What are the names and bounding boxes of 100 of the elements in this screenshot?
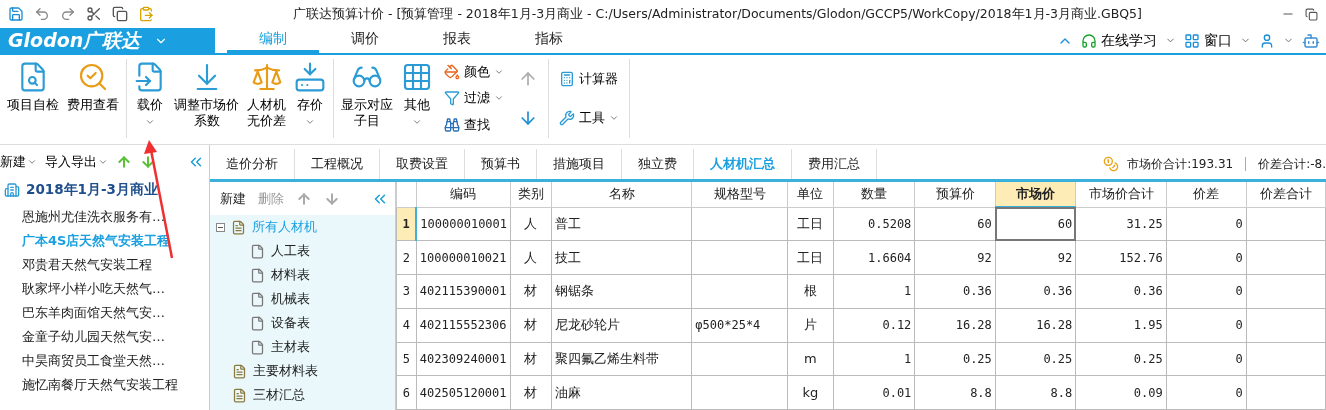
- tree-item[interactable]: 机械表: [271, 290, 310, 308]
- table-cell: 0: [1166, 342, 1247, 376]
- column-header: 价差合计: [1246, 182, 1326, 207]
- ribbon-button[interactable]: 费用查看: [64, 59, 122, 138]
- table-cell: 0.5208: [833, 207, 915, 241]
- paint-bucket-icon: [444, 64, 460, 81]
- column-header: 类别: [510, 182, 552, 207]
- tree-item[interactable]: 巴东羊肉面馆天然气安…: [0, 301, 209, 325]
- copy-icon[interactable]: [112, 6, 128, 22]
- table-cell: 8.8: [995, 375, 1076, 410]
- move-up-icon[interactable]: [296, 190, 312, 207]
- binoculars-icon: [444, 116, 460, 133]
- windows-icon: [1184, 32, 1200, 49]
- table-cell: 钢锯条: [551, 274, 692, 309]
- tree-item[interactable]: 邓贵君天然气安装工程: [0, 253, 209, 277]
- table-cell: 0: [1166, 308, 1247, 342]
- folder-icon: [232, 387, 247, 403]
- menu-button[interactable]: 窗口: [1184, 31, 1232, 50]
- table-cell: 材: [510, 342, 552, 376]
- ribbon-button[interactable]: 查找: [444, 115, 504, 134]
- ribbon-button[interactable]: 存价: [291, 59, 329, 138]
- file-icon: [250, 291, 265, 307]
- column-header: 价差: [1166, 182, 1247, 207]
- row-number: 1: [396, 207, 417, 241]
- table-cell: 0.09: [1075, 375, 1167, 410]
- building-icon: [4, 182, 20, 198]
- ribbon-button[interactable]: 其他: [398, 59, 436, 138]
- tree-item[interactable]: 金童子幼儿园天然气安…: [0, 325, 209, 349]
- tree-item[interactable]: 材料表: [271, 266, 310, 284]
- file-icon: [250, 339, 265, 355]
- table-cell: 材: [510, 375, 552, 410]
- table-cell: m: [787, 342, 834, 376]
- ribbon-button[interactable]: 人材机无价差: [244, 59, 289, 138]
- collapse-toggle-icon[interactable]: [216, 222, 225, 232]
- tree-item[interactable]: 主要材料表: [253, 362, 318, 380]
- table-cell: 152.76: [1075, 240, 1167, 275]
- table-cell: 油麻: [551, 375, 692, 410]
- table-cell: 0: [1166, 207, 1247, 241]
- menu-button[interactable]: 在线学习: [1081, 31, 1157, 50]
- table-cell: 聚四氟乙烯生料带: [551, 342, 692, 376]
- tree-item[interactable]: 中昊商贸员工食堂天然…: [0, 349, 209, 373]
- tree-item[interactable]: 设备表: [271, 314, 310, 332]
- ribbon-button[interactable]: 过滤: [444, 89, 504, 108]
- ribbon-button[interactable]: 颜色: [444, 63, 504, 82]
- ribbon-button[interactable]: 项目自检: [4, 59, 62, 138]
- ribbon-button[interactable]: 计算器: [559, 69, 619, 88]
- toolbar-button[interactable]: 导入导出: [45, 153, 108, 171]
- mascot-icon[interactable]: [1302, 31, 1320, 50]
- window-title: 广联达预算计价 - [预算管理 - 2018年1月-3月商业 - C:/Users/Administrator/Documents/Glodon/GCCP5/WorkCopy/2018年1月-3月商业.GBQ5]: [292, 5, 1143, 23]
- table-cell: 1: [833, 274, 915, 309]
- ribbon-button[interactable]: 工具: [559, 109, 619, 128]
- paste-icon[interactable]: [138, 6, 154, 22]
- save-icon[interactable]: [8, 6, 24, 22]
- table-cell: 材: [510, 308, 552, 342]
- table-cell: 根: [787, 274, 834, 309]
- tree-item[interactable]: 施忆南餐厅天然气安装工程: [0, 373, 209, 397]
- table-cell: 工日: [787, 240, 834, 275]
- toolbar-button[interactable]: 新建: [0, 153, 37, 171]
- table-cell: 0: [1166, 240, 1247, 275]
- table-cell: 材: [510, 274, 552, 309]
- table-cell: 92: [914, 240, 996, 275]
- user-icon[interactable]: [1259, 32, 1275, 49]
- cut-icon[interactable]: [86, 6, 102, 22]
- tree-item[interactable]: 人工表: [271, 242, 310, 260]
- table-cell: 1.95: [1075, 308, 1167, 342]
- folder-icon: [232, 363, 247, 379]
- table-cell: 402115552306: [416, 308, 511, 342]
- tree-item[interactable]: 恩施州尤佳洗衣服务有…: [0, 205, 209, 229]
- toolbar-button[interactable]: 新建: [220, 189, 246, 208]
- tree-item[interactable]: 2018年1月-3月商业: [26, 181, 158, 199]
- tree-item[interactable]: 主材表: [271, 338, 310, 356]
- headset-icon: [1081, 32, 1097, 49]
- row-number: 4: [396, 308, 417, 342]
- ribbon-button[interactable]: 载价: [131, 59, 169, 138]
- wrench-icon: [559, 110, 575, 127]
- table-cell: 31.25: [1075, 207, 1167, 241]
- table-cell: 0.36: [995, 274, 1076, 309]
- row-number: 2: [396, 240, 417, 275]
- grid-icon: [401, 61, 433, 93]
- table-cell: 片: [787, 308, 834, 342]
- folder-icon: [231, 219, 246, 235]
- tree-item[interactable]: 三材汇总: [253, 386, 305, 404]
- summary-text: 价差合计:-8.: [1258, 155, 1326, 173]
- file-icon: [250, 267, 265, 283]
- undo-icon[interactable]: [34, 6, 50, 22]
- table-cell: 0.25: [995, 342, 1076, 376]
- table-cell: 8.8: [914, 375, 996, 410]
- ribbon-button[interactable]: 显示对应子目: [338, 59, 396, 138]
- move-up-icon[interactable]: [116, 154, 132, 170]
- move-down-icon[interactable]: [324, 190, 340, 207]
- table-cell: 0: [1166, 375, 1247, 410]
- table-cell: 0.36: [914, 274, 996, 309]
- table-cell: 402115390001: [416, 274, 511, 309]
- table-cell: 1.6604: [833, 240, 915, 275]
- redo-icon[interactable]: [60, 6, 76, 22]
- ribbon-button[interactable]: 调整市场价系数: [171, 59, 242, 138]
- table-cell: 尼龙砂轮片: [551, 308, 692, 342]
- tree-item[interactable]: 耿家坪小样小吃天然气…: [0, 277, 209, 301]
- restore-icon[interactable]: [1305, 7, 1318, 21]
- coins-icon: [1103, 156, 1120, 172]
